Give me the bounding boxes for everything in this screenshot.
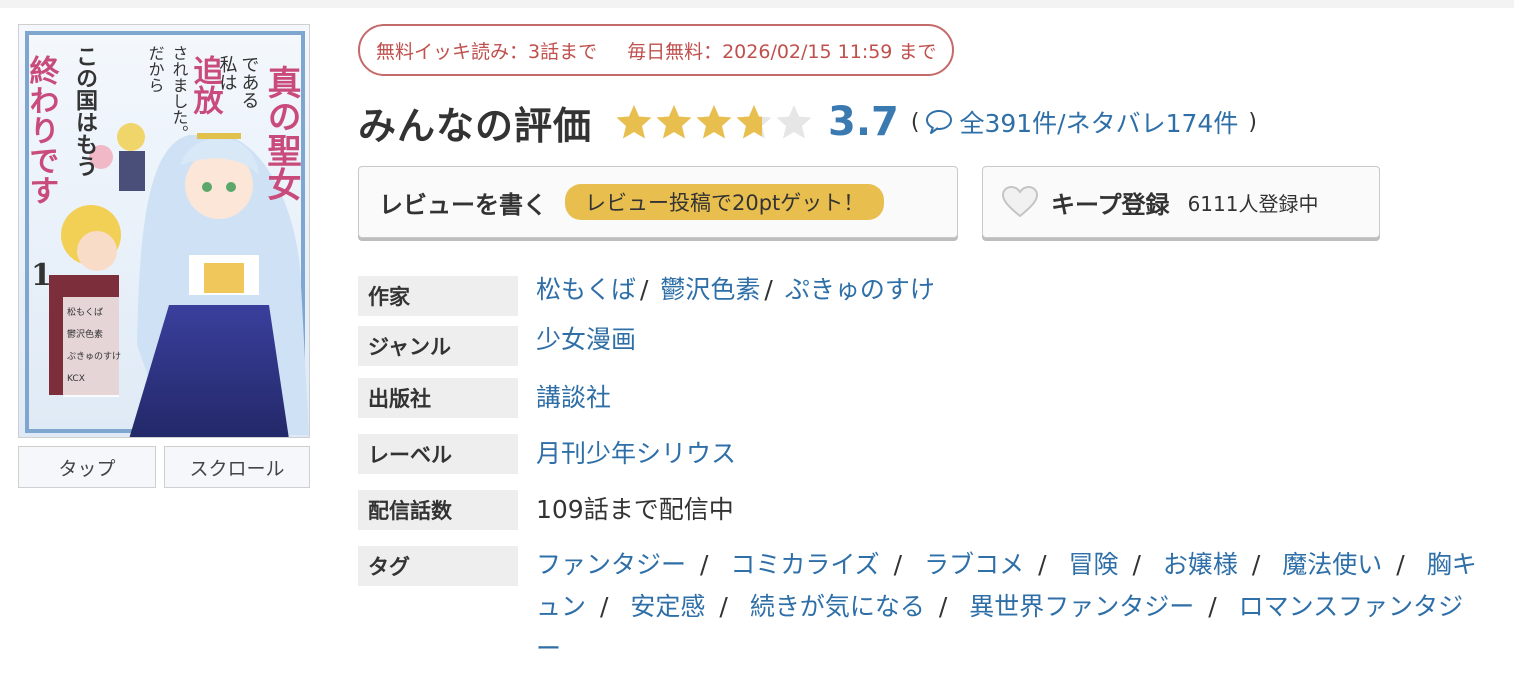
tag-link[interactable]: 異世界ファンタジー [969, 592, 1194, 621]
info-row-publisher: 出版社 講談社 [358, 378, 1488, 434]
free-reading-badge: 無料イッキ読み：3話まで 毎日無料：2026/02/15 11:59 まで [358, 24, 955, 76]
heart-icon [1001, 185, 1039, 218]
info-row-author: 作家 松もくば / 鬱沢色素 / ぷきゅのすけ [358, 275, 1488, 326]
author-link[interactable]: 松もくば [536, 275, 636, 304]
open-paren: ( [910, 109, 920, 135]
tag-list: ファンタジー / コミカライズ / ラブコメ / 冒険 / お嬢様 / 魔法使い / 胸キュ… [536, 550, 1477, 663]
svg-text:である: である [239, 55, 260, 109]
review-points-badge: レビュー投稿で20ptゲット！ [565, 184, 885, 220]
keep-label: キープ登録 [1051, 190, 1170, 219]
svg-text:この国はもう: この国はもう [72, 45, 98, 177]
episodes-value: 109話まで配信中 [536, 495, 734, 524]
svg-text:松もくば: 松もくば [67, 306, 103, 318]
write-review-label: レビューを書く [379, 190, 547, 219]
tap-button[interactable]: タップ [18, 446, 156, 488]
star-icon [696, 105, 732, 139]
scroll-button[interactable]: スクロール [164, 446, 310, 488]
review-count-link[interactable]: 全391件/ネタバレ174件 [925, 104, 1238, 140]
top-border [0, 0, 1514, 8]
author-values: 松もくば / 鬱沢色素 / ぷきゅのすけ [536, 275, 935, 304]
genre-link[interactable]: 少女漫画 [536, 325, 636, 354]
genre-label: ジャンル [358, 326, 518, 366]
author-link[interactable]: 鬱沢色素 [660, 275, 760, 304]
close-paren: ) [1248, 109, 1257, 135]
star-icon [736, 105, 772, 139]
rating-title: みんなの評価 [358, 103, 593, 148]
publisher-link[interactable]: 講談社 [536, 383, 611, 412]
tag-link[interactable]: コミカライズ [730, 550, 879, 579]
rating-row: みんなの評価 3.7 ( 全391件/ネタバレ174件 ) [358, 92, 1257, 152]
svg-text:KCX: KCX [67, 374, 85, 384]
author-link[interactable]: ぷきゅのすけ [785, 275, 935, 304]
star-icon [776, 105, 812, 139]
free-binge-text: 無料イッキ読み：3話まで [376, 40, 598, 63]
info-row-genre: ジャンル 少女漫画 [358, 325, 1488, 378]
tag-link[interactable]: ファンタジー [536, 550, 686, 579]
star-icon [616, 105, 652, 139]
author-label: 作家 [358, 276, 518, 316]
keep-count: 6111人登録中 [1187, 191, 1319, 216]
rating-score: 3.7 [828, 99, 899, 145]
keep-button[interactable]: キープ登録 6111人登録中 [982, 166, 1380, 238]
publisher-label: 出版社 [358, 378, 518, 418]
tag-link[interactable]: 冒険 [1068, 550, 1118, 579]
rating-stars [614, 102, 814, 142]
tag-link[interactable]: お嬢様 [1163, 550, 1238, 579]
svg-text:真の聖女: 真の聖女 [261, 65, 301, 201]
info-row-episodes: 配信話数 109話まで配信中 [358, 490, 1488, 546]
daily-free-text: 毎日無料：2026/02/15 11:59 まで [627, 40, 937, 63]
tag-link[interactable]: 魔法使い [1282, 550, 1382, 579]
tag-link[interactable]: 安定感 [630, 592, 705, 621]
svg-text:鬱沢色素: 鬱沢色素 [67, 328, 103, 340]
tag-link[interactable]: 続きが気になる [750, 592, 925, 621]
publisher-values: 講談社 [536, 378, 611, 418]
book-info-table: 作家 松もくば / 鬱沢色素 / ぷきゅのすけ ジャンル 少女漫画 出版社 講談社 … [358, 275, 1488, 670]
speech-bubble-icon [926, 110, 953, 134]
book-cover-image[interactable]: 真の聖女 追放 終わりです である 私は されました。 だから この国はもう 1… [18, 24, 310, 438]
svg-text:だから: だから [146, 45, 165, 93]
svg-text:1: 1 [31, 258, 52, 293]
svg-text:終わりです: 終わりです [24, 54, 60, 205]
star-icon [656, 105, 692, 139]
genre-values: 少女漫画 [536, 320, 636, 360]
write-review-button[interactable]: レビューを書く レビュー投稿で20ptゲット！ [358, 166, 958, 238]
episodes-label: 配信話数 [358, 490, 518, 530]
tag-link[interactable]: ラブコメ [924, 550, 1024, 579]
label-link[interactable]: 月刊少年シリウス [536, 439, 736, 468]
svg-text:ぷきゅのすけ: ぷきゅのすけ [67, 351, 121, 362]
review-count-text: 全391件/ネタバレ174件 [959, 109, 1239, 138]
info-row-tags: タグ ファンタジー / コミカライズ / ラブコメ / 冒険 / お嬢様 / 魔法使い / … [358, 546, 1488, 670]
info-row-label: レーベル 月刊少年シリウス [358, 434, 1488, 490]
label-label: レーベル [358, 434, 518, 474]
svg-text:私は: 私は [217, 55, 238, 91]
svg-text:されました。: されました。 [170, 45, 189, 141]
tags-label: タグ [358, 546, 518, 586]
label-values: 月刊少年シリウス [536, 434, 736, 474]
